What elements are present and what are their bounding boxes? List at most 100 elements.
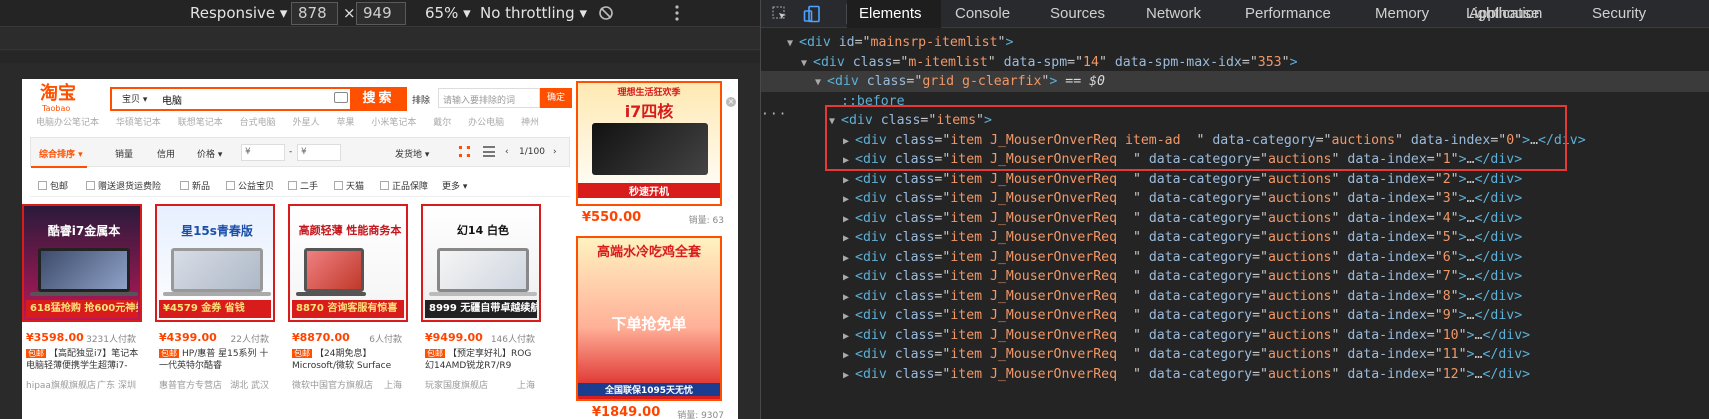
prev-page-icon[interactable]: ‹: [505, 147, 509, 157]
dom-node[interactable]: ▼ <div class="grid g-clearfix"> == $0: [761, 71, 1709, 92]
dom-node[interactable]: ▶ <div class="item J_MouserOnverReq item-…: [761, 130, 1709, 151]
sort-price[interactable]: 价格 ▾: [197, 147, 222, 160]
hot-word[interactable]: 小米笔记本: [371, 118, 416, 127]
shop-link[interactable]: hipaa旗舰旗舰店: [26, 378, 96, 391]
rotate-icon[interactable]: [598, 5, 614, 21]
dom-node[interactable]: ▼ <div class="items">: [761, 110, 1709, 131]
product-image[interactable]: 星15s青春版 ¥4579 金券 省钱: [155, 204, 275, 322]
hot-word[interactable]: 办公电脑: [468, 118, 504, 127]
ad-image[interactable]: 理想生活狂欢季 i7四核 秒速开机: [576, 81, 722, 206]
product-promo-badge: 8999 无疆自带卓越续航: [425, 300, 537, 318]
product-image[interactable]: 高颜轻薄 性能商务本 8870 咨询客服有惊喜: [288, 204, 408, 322]
hot-word[interactable]: 外星人: [293, 118, 320, 127]
dom-node[interactable]: ▶ <div class="item J_MouserOnverReq " dat…: [761, 286, 1709, 307]
dom-node[interactable]: ▶ <div class="item J_MouserOnverReq " dat…: [761, 169, 1709, 190]
price-min-input[interactable]: ¥: [241, 144, 285, 161]
hot-word[interactable]: 神州: [521, 118, 539, 127]
grid-view-icon[interactable]: [459, 146, 470, 157]
filter-free-shipping[interactable]: 包邮: [38, 179, 68, 192]
attr-value: auctions: [1267, 152, 1332, 167]
tab-performance[interactable]: Performance: [1245, 0, 1331, 28]
collapsed-ellipsis: …: [1466, 269, 1475, 284]
hot-word[interactable]: 戴尔: [433, 118, 451, 127]
zoom-select[interactable]: 65% ▾: [425, 4, 471, 22]
product-title-link[interactable]: 包邮 【高配独显i7】笔记本电脑轻薄便携学生超薄i7-: [26, 348, 140, 372]
product-card[interactable]: 幻14 白色 8999 无疆自带卓越续航 ¥9499.00 146人付款 包邮【…: [421, 204, 541, 419]
dom-node[interactable]: ▶ <div class="item J_MouserOnverReq " dat…: [761, 266, 1709, 287]
hot-word[interactable]: 电脑办公笔记本: [36, 118, 99, 127]
shop-link[interactable]: 惠普官方专营店: [159, 378, 222, 391]
inspect-element-icon[interactable]: [771, 5, 789, 23]
exclude-input[interactable]: 请输入要排除的词: [438, 88, 540, 108]
filter-new[interactable]: 新品: [180, 179, 210, 192]
tag-end: </div>: [1482, 366, 1531, 382]
product-image[interactable]: 幻14 白色 8999 无疆自带卓越续航: [421, 204, 541, 322]
dom-node[interactable]: ▼ <div class="m-itemlist" data-spm="14" d…: [761, 52, 1709, 73]
close-icon[interactable]: ×: [726, 97, 736, 107]
shop-link[interactable]: 玩家国度旗舰店: [425, 378, 488, 391]
filter-charity[interactable]: 公益宝贝: [226, 179, 274, 192]
product-price: ¥4399.00: [159, 331, 217, 344]
list-view-icon[interactable]: [483, 146, 495, 157]
dom-node[interactable]: ▶ <div class="item J_MouserOnverReq " dat…: [761, 208, 1709, 229]
filter-return-insurance[interactable]: 赠送退货运费险: [86, 179, 161, 192]
product-image[interactable]: 酷睿i7金属本 618猛抢购 抢600元神券: [22, 204, 142, 322]
sort-credit[interactable]: 信用: [157, 147, 175, 160]
dom-node[interactable]: ▶ <div class="item J_MouserOnverReq " dat…: [761, 149, 1709, 170]
tab-elements[interactable]: Elements: [847, 0, 941, 28]
product-card[interactable]: 高颜轻薄 性能商务本 8870 咨询客服有惊喜 ¥8870.00 6人付款 包邮…: [288, 204, 408, 419]
shop-link[interactable]: 微软中国官方旗舰店: [292, 378, 373, 391]
search-type-select[interactable]: 宝贝 ▾: [122, 92, 147, 105]
tab-lighthouse-label[interactable]: Lighthouse: [1466, 0, 1539, 28]
dom-node[interactable]: ▶ <div class="item J_MouserOnverReq " dat…: [761, 344, 1709, 365]
hot-word[interactable]: 苹果: [336, 118, 354, 127]
taobao-logo[interactable]: 淘宝: [40, 85, 76, 103]
product-title-link[interactable]: 包邮 【预定享好礼】ROG 幻14AMD锐龙R7/R9: [425, 348, 539, 372]
product-title-link[interactable]: 包邮【24期免息】Microsoft/微软 Surface Laptop 3 i…: [292, 348, 406, 372]
more-options-icon[interactable]: [674, 5, 680, 21]
filter-second-hand[interactable]: 二手: [288, 179, 318, 192]
ad-image[interactable]: 高端水冷吃鸡全套 下单抢免单 全国联保1095天无忧: [576, 236, 722, 401]
dom-node[interactable]: ▶ <div class="item J_MouserOnverReq " dat…: [761, 305, 1709, 326]
product-card[interactable]: 星15s青春版 ¥4579 金券 省钱 ¥4399.00 22人付款 包邮 HP/…: [155, 204, 275, 419]
hot-word[interactable]: 华硕笔记本: [116, 118, 161, 127]
tab-console[interactable]: Console: [955, 0, 1010, 28]
device-mode-select[interactable]: Responsive ▾: [190, 4, 287, 22]
dom-node[interactable]: ▶ <div class="item J_MouserOnverReq " dat…: [761, 325, 1709, 346]
hot-word[interactable]: 台式电脑: [240, 118, 276, 127]
hot-word[interactable]: 联想笔记本: [178, 118, 223, 127]
attr-value: item J_MouserOnverReq: [950, 152, 1133, 167]
dom-node[interactable]: ::before: [761, 91, 1709, 112]
laptop-base: [163, 292, 271, 296]
product-card[interactable]: 酷睿i7金属本 618猛抢购 抢600元神券 ¥3598.00 3231人付款 …: [22, 204, 142, 419]
camera-icon[interactable]: [334, 92, 348, 103]
exclude-confirm-button[interactable]: 确定: [540, 88, 572, 108]
tab-network[interactable]: Network: [1146, 0, 1201, 28]
device-toggle-icon[interactable]: [803, 5, 821, 23]
ship-from-select[interactable]: 发货地 ▾: [395, 147, 429, 160]
filter-genuine[interactable]: 正品保障: [380, 179, 428, 192]
dom-node[interactable]: ▶ <div class="item J_MouserOnverReq " dat…: [761, 227, 1709, 248]
media-query-bar: [0, 28, 760, 50]
dom-node[interactable]: ▼ <div id="mainsrp-itemlist">: [761, 32, 1709, 53]
dom-node[interactable]: ▶ <div class="item J_MouserOnverReq " dat…: [761, 364, 1709, 385]
ad-subtitle: i7四核: [624, 102, 674, 121]
expand-triangle-icon[interactable]: ▶: [843, 365, 855, 386]
dom-node[interactable]: ▶ <div class="item J_MouserOnverReq " dat…: [761, 188, 1709, 209]
next-page-icon[interactable]: ›: [553, 147, 557, 157]
product-title-link[interactable]: 包邮HP/惠普 星15系列 十一代英特尔酷睿i5/i7/MX450独显: [159, 348, 273, 372]
tab-security[interactable]: Security: [1592, 0, 1646, 28]
price-max-input[interactable]: ¥: [297, 144, 341, 161]
dom-node[interactable]: ▶ <div class="item J_MouserOnverReq " dat…: [761, 247, 1709, 268]
sort-default[interactable]: 综合排序 ▾: [39, 147, 83, 160]
viewport-height-input[interactable]: 949: [356, 2, 406, 25]
search-input[interactable]: 电脑: [162, 92, 182, 107]
sort-sales[interactable]: 销量: [115, 147, 133, 160]
filter-more[interactable]: 更多 ▾: [442, 179, 467, 192]
viewport-width-input[interactable]: 878: [291, 2, 338, 25]
tab-sources[interactable]: Sources: [1050, 0, 1105, 28]
filter-tmall[interactable]: 天猫: [334, 179, 364, 192]
search-button[interactable]: 搜索: [350, 87, 407, 111]
tab-memory[interactable]: Memory: [1375, 0, 1429, 28]
throttle-select[interactable]: No throttling ▾: [480, 4, 587, 22]
